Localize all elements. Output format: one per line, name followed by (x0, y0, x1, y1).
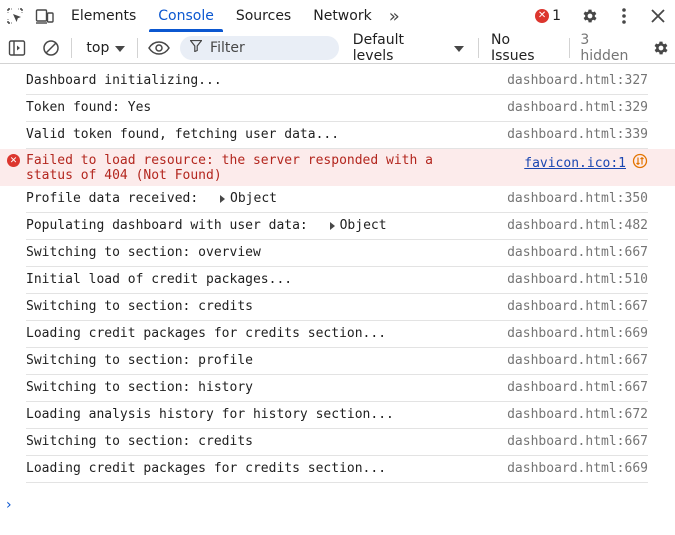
inspect-icon[interactable] (0, 0, 30, 32)
log-levels-dropdown[interactable]: Default levels (347, 32, 474, 64)
issues-button[interactable]: No Issues (483, 32, 565, 64)
error-icon: ✕ (535, 9, 550, 23)
context-selector[interactable]: top (76, 32, 133, 64)
source-link[interactable]: dashboard.html:667 (497, 434, 648, 449)
console-toolbar: top Filter Default levels No Issues 3 hi… (0, 32, 675, 64)
tab-console[interactable]: Console (147, 0, 225, 32)
message-text: Dashboard initializing... (26, 73, 222, 88)
devtools-tabbar: Elements Console Sources Network » ✕ 1 (0, 0, 675, 32)
message-text: Token found: Yes (26, 100, 152, 115)
eye-icon[interactable] (142, 32, 176, 64)
console-message: Loading analysis history for history sec… (0, 402, 675, 429)
source-link[interactable]: dashboard.html:667 (497, 299, 648, 314)
console-error-message: ✕ Failed to load resource: the server re… (0, 149, 675, 186)
message-text: Populating dashboard with user data: (26, 218, 316, 233)
sidebar-icon[interactable] (0, 32, 34, 64)
chevron-down-icon (115, 40, 126, 56)
console-message: Loading credit packages for credits sect… (0, 456, 675, 483)
object-expander[interactable]: Object (220, 191, 277, 206)
filter-icon (189, 39, 203, 56)
source-link[interactable]: dashboard.html:669 (497, 461, 648, 476)
tab-network[interactable]: Network (302, 0, 382, 32)
close-icon[interactable] (641, 0, 675, 32)
console-message: Profile data received: Object dashboard.… (0, 186, 675, 213)
console-prompt[interactable]: › (6, 497, 12, 513)
console-message: Token found: Yes dashboard.html:329 (0, 95, 675, 122)
expand-triangle-icon (220, 194, 226, 203)
hidden-count: 3 hidden (580, 31, 629, 64)
console-message: Populating dashboard with user data: Obj… (0, 213, 675, 240)
message-text: Switching to section: credits (26, 299, 253, 314)
filter-placeholder: Filter (210, 39, 245, 56)
source-link[interactable]: dashboard.html:482 (497, 218, 648, 233)
source-link[interactable]: favicon.ico:1 (514, 153, 648, 173)
network-request-icon[interactable] (632, 153, 648, 173)
more-tabs-button[interactable]: » (383, 0, 406, 32)
console-message: Switching to section: credits dashboard.… (0, 294, 675, 321)
filter-input[interactable]: Filter (180, 35, 339, 60)
message-text: Initial load of credit packages... (26, 272, 293, 287)
console-message: Switching to section: overview dashboard… (0, 240, 675, 267)
source-link[interactable]: dashboard.html:327 (497, 73, 648, 88)
console-messages: Dashboard initializing... dashboard.html… (0, 68, 675, 483)
message-text: Switching to section: overview (26, 245, 261, 260)
console-message: Valid token found, fetching user data...… (0, 122, 675, 149)
source-link[interactable]: dashboard.html:669 (497, 326, 648, 341)
error-icon: ✕ (7, 154, 20, 167)
source-link[interactable]: dashboard.html:510 (497, 272, 648, 287)
console-message: Switching to section: history dashboard.… (0, 375, 675, 402)
source-link[interactable]: dashboard.html:350 (497, 191, 648, 206)
gear-icon[interactable] (573, 0, 607, 32)
console-message: Switching to section: credits dashboard.… (0, 429, 675, 456)
log-levels-label: Default levels (352, 31, 404, 64)
message-text: Switching to section: credits (26, 434, 253, 449)
console-message: Switching to section: profile dashboard.… (0, 348, 675, 375)
expand-triangle-icon (329, 221, 335, 230)
source-link[interactable]: dashboard.html:667 (497, 380, 648, 395)
object-expander[interactable]: Object (329, 218, 387, 233)
console-message: Loading credit packages for credits sect… (0, 321, 675, 348)
message-text: Switching to section: profile (26, 353, 253, 368)
message-text: Loading credit packages for credits sect… (26, 461, 387, 476)
chevron-down-icon (454, 40, 465, 56)
kebab-menu-icon[interactable] (607, 0, 641, 32)
clear-icon[interactable] (34, 32, 68, 64)
source-link[interactable]: dashboard.html:329 (497, 100, 648, 115)
gear-icon[interactable] (647, 32, 675, 64)
source-link[interactable]: dashboard.html:672 (497, 407, 648, 422)
error-count: 1 (552, 8, 561, 24)
source-link[interactable]: dashboard.html:339 (497, 127, 648, 142)
message-text: Failed to load resource: the server resp… (26, 153, 441, 183)
message-text: Switching to section: history (26, 380, 253, 395)
message-text: Valid token found, fetching user data... (26, 127, 340, 142)
source-link[interactable]: dashboard.html:667 (497, 353, 648, 368)
message-text: Loading credit packages for credits sect… (26, 326, 387, 341)
error-counter[interactable]: ✕ 1 (535, 0, 573, 32)
console-message: Dashboard initializing... dashboard.html… (0, 68, 675, 95)
tab-sources[interactable]: Sources (225, 0, 302, 32)
tab-elements[interactable]: Elements (60, 0, 147, 32)
context-value: top (86, 39, 110, 56)
console-message: Initial load of credit packages... dashb… (0, 267, 675, 294)
message-text: Loading analysis history for history sec… (26, 407, 394, 422)
message-text: Profile data received: (26, 191, 207, 206)
device-toggle-icon[interactable] (30, 0, 60, 32)
source-link[interactable]: dashboard.html:667 (497, 245, 648, 260)
